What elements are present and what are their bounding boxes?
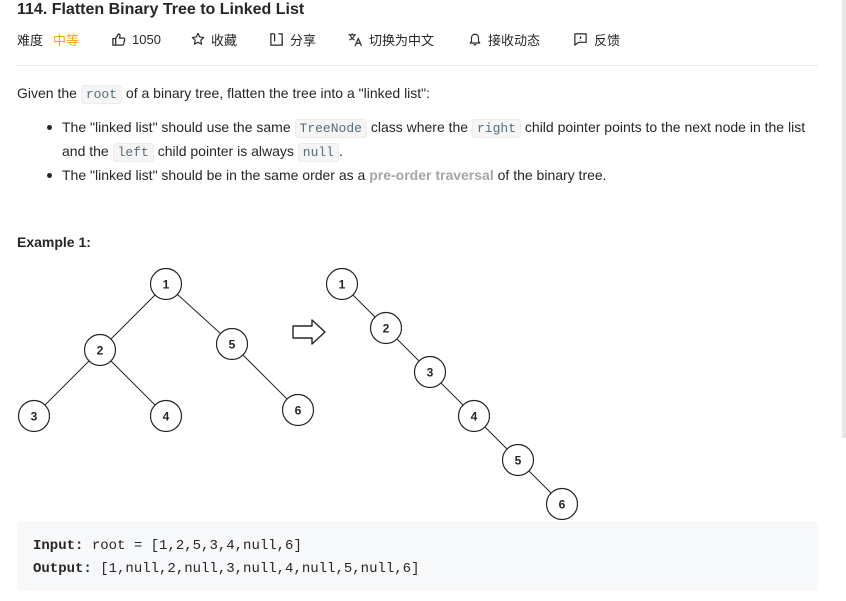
- svg-text:3: 3: [427, 366, 434, 380]
- inline-code: right: [472, 119, 522, 138]
- example-code-block: Input: root = [1,2,5,3,4,null,6] Output:…: [17, 521, 818, 591]
- svg-text:6: 6: [295, 404, 302, 418]
- feedback-button[interactable]: 反馈: [573, 29, 620, 49]
- right-list-node: 1: [325, 267, 359, 301]
- problem-intro: Given the root of a binary tree, flatten…: [17, 82, 827, 106]
- output-label: Output:: [33, 561, 92, 577]
- input-value: root = [1,2,5,3,4,null,6]: [91, 538, 302, 554]
- left-tree-node: 3: [17, 399, 51, 433]
- share-label: 分享: [290, 32, 317, 48]
- text: .: [339, 143, 343, 159]
- inline-code: TreeNode: [294, 119, 367, 138]
- svg-text:5: 5: [515, 454, 522, 468]
- subscribe-label: 接收动态: [488, 32, 541, 48]
- intro-text: of a binary tree, flatten the tree into …: [122, 85, 431, 101]
- problem-title: 114. Flatten Binary Tree to Linked List: [17, 1, 305, 18]
- input-line: Input: root = [1,2,5,3,4,null,6]: [33, 535, 802, 558]
- scrollbar[interactable]: [842, 0, 846, 438]
- svg-text:5: 5: [229, 338, 236, 352]
- right-list-node: 3: [413, 355, 447, 389]
- translate-label: 切换为中文: [369, 32, 435, 48]
- svg-text:4: 4: [471, 410, 478, 424]
- feedback-label: 反馈: [594, 32, 621, 48]
- example-diagram: 1 2 5 3 4 6 1 2 3 4 5 6: [17, 267, 579, 520]
- right-list-node: 4: [457, 399, 491, 433]
- text: The "linked list" should use the same: [62, 119, 295, 135]
- intro-text: Given the: [17, 85, 81, 101]
- text: class where the: [366, 119, 472, 135]
- inline-code: left: [112, 143, 154, 162]
- left-tree-node: 1: [149, 267, 183, 301]
- share-button[interactable]: 分享: [269, 29, 316, 49]
- difficulty: 难度 中等: [17, 29, 79, 49]
- text: child pointer is always: [153, 143, 298, 159]
- favorite-label: 收藏: [211, 32, 238, 48]
- left-tree-node: 2: [83, 333, 117, 367]
- list-item: The "linked list" should be in the same …: [47, 164, 822, 186]
- input-label: Input:: [33, 538, 84, 554]
- translate-icon: [347, 32, 363, 47]
- translate-button[interactable]: 切换为中文: [347, 29, 434, 49]
- svg-text:2: 2: [383, 322, 390, 336]
- divider: [17, 65, 818, 66]
- star-icon: [191, 32, 205, 46]
- difficulty-label: 难度: [17, 32, 44, 48]
- arrow-right-icon: [292, 319, 326, 345]
- output-line: Output: [1,null,2,null,3,null,4,null,5,n…: [33, 558, 802, 581]
- inline-code: null: [297, 143, 339, 162]
- thumb-up-icon: [111, 32, 126, 47]
- constraints-list: The "linked list" should use the same Tr…: [47, 116, 822, 186]
- like-count: 1050: [132, 31, 161, 47]
- left-tree-node: 5: [215, 327, 249, 361]
- favorite-button[interactable]: 收藏: [191, 29, 237, 49]
- like-button[interactable]: 1050: [111, 29, 161, 49]
- svg-text:1: 1: [339, 278, 346, 292]
- difficulty-value: 中等: [53, 32, 80, 48]
- text: The "linked list" should be in the same …: [62, 167, 370, 183]
- svg-text:4: 4: [163, 410, 170, 424]
- right-list-node: 5: [501, 443, 535, 477]
- list-item: The "linked list" should use the same Tr…: [47, 116, 822, 164]
- feedback-icon: [573, 32, 588, 47]
- bell-icon: [468, 32, 482, 47]
- example-title: Example 1:: [17, 234, 91, 250]
- svg-text:6: 6: [559, 498, 566, 512]
- left-tree-node: 4: [149, 399, 183, 433]
- right-list-node: 2: [369, 311, 403, 345]
- inline-code: root: [80, 85, 123, 104]
- preorder-link[interactable]: pre-order traversal: [369, 167, 494, 183]
- right-list-node: 6: [545, 487, 579, 520]
- svg-text:2: 2: [97, 344, 104, 358]
- svg-text:3: 3: [31, 410, 38, 424]
- text: of the binary tree.: [493, 167, 607, 183]
- share-icon: [269, 32, 284, 47]
- subscribe-button[interactable]: 接收动态: [468, 29, 540, 49]
- svg-text:1: 1: [163, 278, 170, 292]
- left-tree-node: 6: [281, 393, 315, 427]
- output-value: [1,null,2,null,3,null,4,null,5,null,6]: [100, 561, 420, 577]
